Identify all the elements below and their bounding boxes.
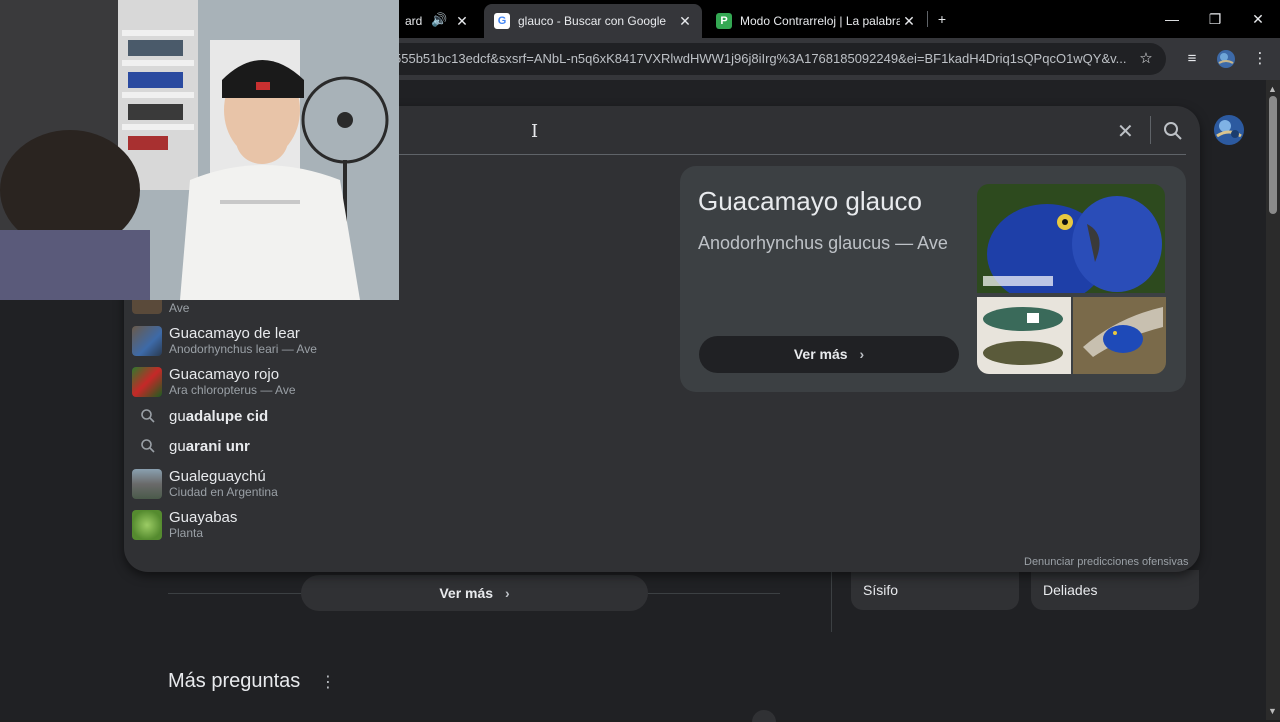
- suggestion-thumbnail: [132, 469, 162, 499]
- tab-title: Modo Contrarreloj | La palabra: [740, 14, 900, 28]
- kp-more-label: Ver más: [793, 346, 848, 362]
- query-prefix: gu: [169, 408, 186, 425]
- url-text: 555b51bc13edcf&sxsrf=ANbL-n5q6xK8417VXRl…: [394, 51, 1127, 66]
- clear-search-icon[interactable]: ✕: [1117, 119, 1134, 144]
- tab-title: ard: [405, 14, 423, 28]
- suggestion-thumbnail: [132, 367, 162, 397]
- report-predictions-link[interactable]: Denunciar predicciones ofensivas: [1024, 556, 1188, 568]
- tab-active[interactable]: G glauco - Buscar con Google ✕: [484, 4, 702, 38]
- profile-icon[interactable]: [1216, 49, 1236, 69]
- tab-partial[interactable]: ard 🔊 ✕: [395, 4, 485, 38]
- p-logo-icon: P: [716, 13, 732, 29]
- address-bar[interactable]: 555b51bc13edcf&sxsrf=ANbL-n5q6xK8417VXRl…: [380, 43, 1166, 75]
- suggestion-subtitle: Ciudad en Argentina: [169, 485, 278, 499]
- suggestion-title: Guayabas: [169, 509, 238, 526]
- chevron-right-icon: ›: [859, 346, 865, 362]
- text-cursor-icon: I: [531, 121, 539, 142]
- chevron-right-icon: ›: [504, 585, 510, 601]
- suggestion-subtitle: Planta: [169, 526, 204, 540]
- kp-image-flight[interactable]: [1073, 297, 1166, 374]
- section-heading: Más preguntas: [168, 670, 301, 692]
- suggestion-item[interactable]: Guacamayo de lear Anodorhynchus leari — …: [132, 323, 632, 359]
- suggestion-subtitle: Anodorhynchus leari — Ave: [169, 342, 317, 356]
- scroll-up-icon[interactable]: ▲: [1268, 84, 1277, 94]
- suggestion-item[interactable]: guarani unr: [132, 429, 632, 465]
- search-separator: [1150, 116, 1151, 144]
- close-tab-icon[interactable]: ✕: [676, 12, 694, 30]
- suggestion-thumbnail: [132, 510, 162, 540]
- kp-image-main[interactable]: [977, 184, 1165, 293]
- avatar[interactable]: [1213, 114, 1245, 146]
- ver-mas-button[interactable]: Ver más ›: [301, 575, 648, 611]
- close-window-icon[interactable]: ✕: [1236, 0, 1280, 38]
- suggestion-title: Guacamayo rojo: [169, 366, 280, 383]
- scroll-down-icon[interactable]: ▼: [1268, 706, 1277, 716]
- kp-image-specimen[interactable]: [977, 297, 1071, 374]
- suggestion-subtitle: Ave: [169, 301, 190, 315]
- restore-icon[interactable]: ❐: [1193, 0, 1237, 38]
- query-prefix: gu: [169, 438, 186, 455]
- kp-more-button[interactable]: Ver más ›: [699, 336, 959, 373]
- minimize-icon[interactable]: —: [1150, 0, 1194, 38]
- suggestion-query: guarani unr: [169, 438, 250, 455]
- ver-mas-label: Ver más: [439, 585, 494, 601]
- google-icon: G: [494, 13, 510, 29]
- search-icon: [141, 439, 155, 453]
- suggestion-title: Guacamayo de lear: [169, 325, 300, 342]
- suggestion-thumbnail: [132, 300, 162, 314]
- menu-icon[interactable]: ⋮: [1250, 49, 1270, 69]
- search-icon[interactable]: [1163, 121, 1183, 141]
- scrollbar-thumb[interactable]: [1269, 96, 1277, 214]
- kp-subtitle: Anodorhynchus glaucus — Ave: [698, 233, 948, 253]
- tab-contrarreloj[interactable]: P Modo Contrarreloj | La palabra ✕: [706, 4, 926, 38]
- speaker-icon[interactable]: 🔊: [431, 12, 447, 28]
- more-options-icon[interactable]: ⋮: [320, 672, 336, 692]
- new-tab-icon[interactable]: +: [920, 0, 964, 38]
- close-tab-icon[interactable]: ✕: [900, 12, 918, 30]
- suggestion-item[interactable]: Gualeguaychú Ciudad en Argentina: [132, 466, 632, 502]
- suggestion-item[interactable]: Guacamayo rojo Ara chloropterus — Ave: [132, 364, 632, 400]
- query-completion: adalupe cid: [185, 408, 269, 425]
- close-tab-icon[interactable]: ✕: [453, 12, 471, 30]
- suggestion-title: Gualeguaychú: [169, 468, 266, 485]
- suggestion-item[interactable]: Guayabas Planta: [132, 507, 632, 543]
- webcam-overlay: [0, 0, 399, 300]
- suggestion-subtitle: Ara chloropterus — Ave: [169, 383, 296, 397]
- query-completion: arani unr: [185, 438, 250, 455]
- kp-title: Guacamayo glauco: [698, 186, 923, 216]
- media-control-icon[interactable]: ≡: [1182, 49, 1202, 69]
- related-chip[interactable]: Sísifo: [851, 570, 1019, 610]
- related-chip[interactable]: Deliades: [1031, 570, 1199, 610]
- suggestion-query: guadalupe cid: [169, 408, 268, 425]
- search-icon: [141, 409, 155, 423]
- tab-title: glauco - Buscar con Google: [518, 14, 667, 28]
- bookmark-star-icon[interactable]: ☆: [1136, 49, 1156, 69]
- suggestion-thumbnail: [132, 326, 162, 356]
